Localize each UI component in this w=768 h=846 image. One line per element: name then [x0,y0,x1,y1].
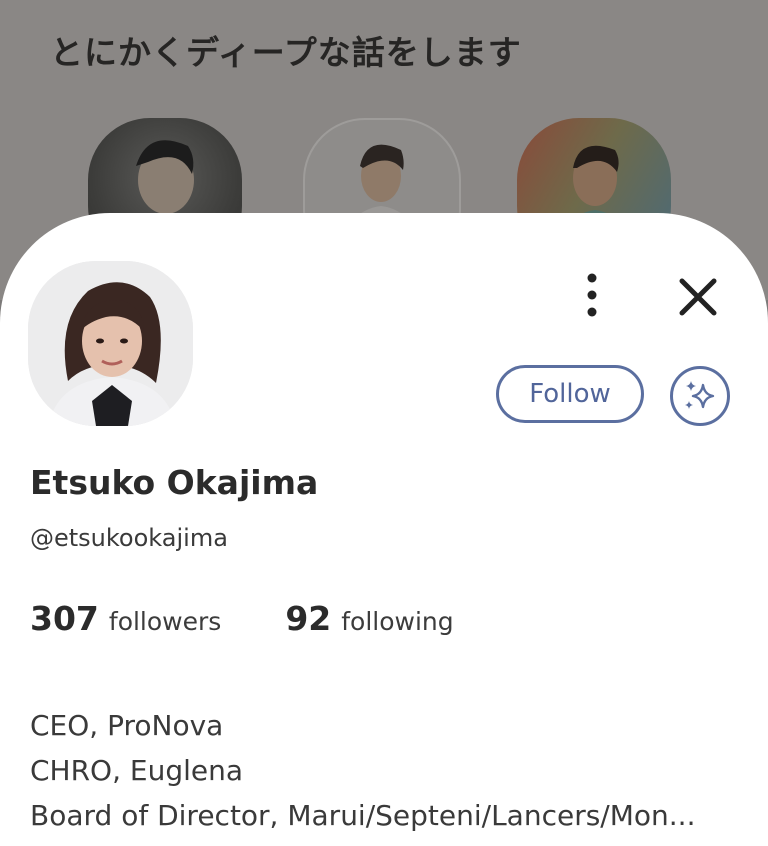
sparkle-icon [685,381,715,409]
following-count: 92 [285,599,332,638]
profile-name: Etsuko Okajima [30,463,319,502]
profile-bio: CEO, ProNova CHRO, Euglena Board of Dire… [30,703,695,838]
bio-line: CHRO, Euglena [30,754,244,787]
bio-line: CEO, ProNova [30,709,224,742]
follow-button[interactable]: Follow [496,365,644,423]
following-label: following [341,607,454,636]
profile-stats: 307 followers 92 following [30,599,454,638]
close-icon[interactable] [674,273,722,321]
profile-handle: @etsukookajima [30,524,228,552]
following-stat[interactable]: 92 following [285,599,453,638]
sparkle-button[interactable] [670,366,730,426]
bio-line: Board of Director, Marui/Septeni/Lancers… [30,799,696,832]
more-vertical-icon[interactable] [572,271,616,321]
followers-stat[interactable]: 307 followers [30,599,221,638]
followers-count: 307 [30,599,99,638]
profile-sheet: Follow Etsuko Okajima @etsukookajima 307… [0,213,768,846]
followers-label: followers [108,607,222,636]
room-title: とにかくディープな話をします [50,33,522,72]
profile-avatar[interactable] [28,261,193,426]
